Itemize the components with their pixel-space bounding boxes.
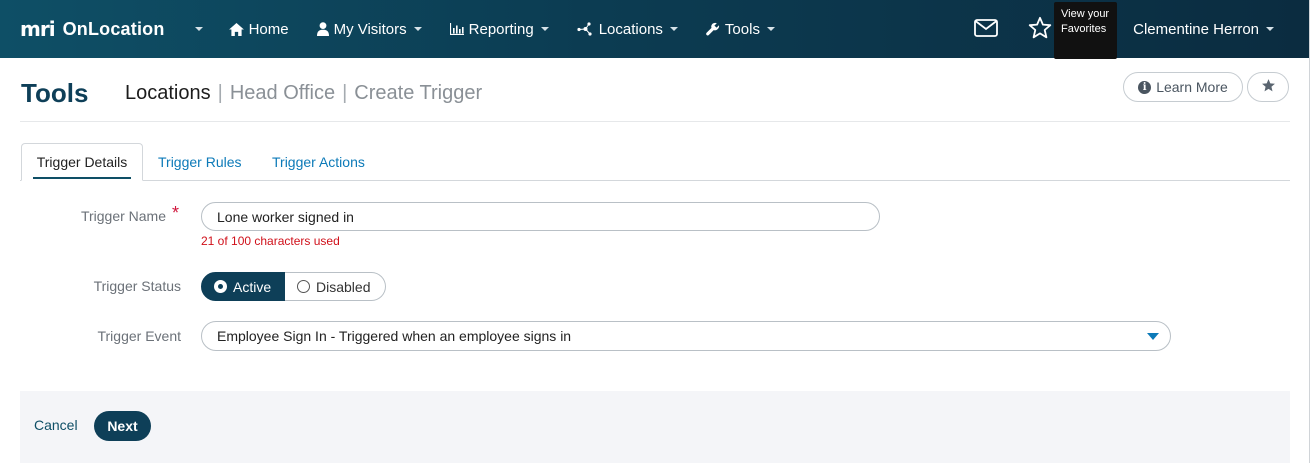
info-icon: i — [1138, 80, 1152, 94]
tab-label: Trigger Actions — [272, 154, 365, 170]
status-option-active[interactable]: Active — [201, 272, 285, 301]
next-label: Next — [107, 418, 138, 434]
user-menu[interactable]: Clementine Herron — [1133, 21, 1274, 38]
mail-icon — [974, 18, 999, 40]
mri-logo: mri — [20, 17, 56, 41]
dropdown-arrow-icon — [1147, 333, 1159, 340]
nav-label-home: Home — [248, 20, 289, 38]
form-footer: Cancel Next — [20, 391, 1290, 463]
chevron-down-icon — [669, 27, 678, 31]
nav-item-my-visitors[interactable]: My Visitors — [316, 20, 422, 38]
brand-name: OnLocation — [62, 18, 165, 39]
nav-label-my-visitors: My Visitors — [333, 20, 407, 38]
right-nav: Clementine Herron — [959, 0, 1310, 58]
learn-more-button[interactable]: i Learn More — [1123, 72, 1243, 102]
nav-label-reporting: Reporting — [468, 20, 534, 38]
main-nav: Home My Visitors Reporting Locations Too… — [228, 20, 803, 38]
wrench-icon — [706, 22, 720, 36]
learn-more-label: Learn More — [1156, 79, 1228, 95]
page-header: Tools Locations | Head Office | Create T… — [20, 70, 1290, 122]
star-outline-icon — [1028, 16, 1052, 43]
status-option-label: Active — [233, 278, 272, 295]
chevron-down-icon — [1266, 27, 1274, 31]
chevron-down-icon — [766, 27, 775, 31]
character-count: 21 of 100 characters used — [201, 234, 340, 248]
add-favorite-button[interactable] — [1247, 72, 1289, 102]
tab-bar: Trigger Details Trigger Rules Trigger Ac… — [20, 143, 1290, 181]
status-option-label: Disabled — [316, 278, 371, 295]
star-icon — [1261, 78, 1276, 96]
mail-button[interactable] — [959, 0, 1013, 58]
breadcrumb-item-head-office[interactable]: Head Office — [230, 82, 335, 105]
page-title: Tools — [21, 78, 89, 108]
trigger-event-select[interactable]: Employee Sign In - Triggered when an emp… — [201, 321, 1171, 351]
trigger-status-label: Trigger Status — [93, 278, 181, 294]
required-marker: * — [172, 203, 180, 223]
nav-label-tools: Tools — [724, 20, 760, 38]
chevron-down-icon — [413, 27, 422, 31]
nav-label-locations: Locations — [598, 20, 663, 38]
trigger-status-toggle: Active Disabled — [201, 272, 386, 301]
tab-label: Trigger Rules — [158, 154, 242, 170]
nav-item-home[interactable]: Home — [228, 20, 289, 38]
breadcrumb-separator: | — [217, 82, 223, 104]
tab-trigger-rules[interactable]: Trigger Rules — [158, 143, 242, 181]
user-icon — [316, 22, 329, 36]
network-icon — [577, 22, 594, 36]
cancel-button[interactable]: Cancel — [34, 417, 78, 433]
nav-item-locations[interactable]: Locations — [577, 21, 678, 38]
tab-trigger-details[interactable]: Trigger Details — [21, 143, 143, 181]
brand[interactable]: mri OnLocation — [20, 17, 203, 41]
bar-chart-icon — [449, 23, 464, 35]
status-option-disabled[interactable]: Disabled — [285, 272, 386, 301]
breadcrumb-separator: | — [342, 82, 348, 104]
trigger-name-input[interactable] — [201, 202, 880, 231]
nav-item-reporting[interactable]: Reporting — [449, 20, 549, 38]
trigger-name-label: Trigger Name — [80, 208, 166, 224]
radio-unchecked-icon — [297, 280, 310, 293]
active-tab-indicator — [33, 177, 131, 179]
trigger-event-value: Employee Sign In - Triggered when an emp… — [217, 328, 572, 344]
trigger-event-label: Trigger Event — [97, 328, 181, 344]
tab-trigger-actions[interactable]: Trigger Actions — [272, 143, 365, 181]
favorites-tooltip: View your Favorites — [1054, 2, 1117, 59]
next-button[interactable]: Next — [94, 411, 151, 441]
chevron-down-icon[interactable] — [194, 27, 203, 31]
home-icon — [228, 22, 244, 36]
user-name: Clementine Herron — [1133, 20, 1259, 38]
breadcrumb-current-section: Locations — [125, 82, 211, 104]
breadcrumb: Locations | Head Office | Create Trigger — [125, 82, 482, 105]
tab-label: Trigger Details — [36, 154, 128, 170]
nav-item-tools[interactable]: Tools — [706, 21, 775, 38]
chevron-down-icon — [540, 27, 549, 31]
breadcrumb-item-create-trigger: Create Trigger — [354, 82, 483, 104]
radio-checked-icon — [214, 280, 227, 293]
